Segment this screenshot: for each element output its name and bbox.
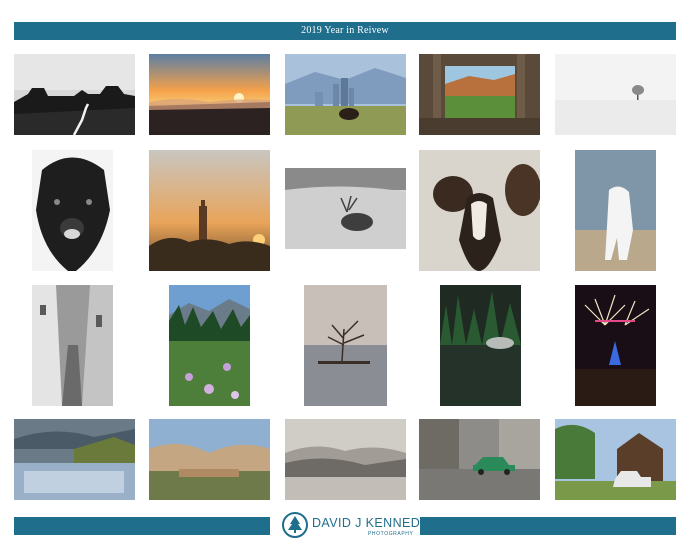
photo-cabin-window-view[interactable] [419,54,540,135]
photo-denver-skyline-bison[interactable] [285,54,406,135]
photo-lone-tree-snowfield[interactable] [555,54,676,135]
photo-forest-reflection[interactable] [440,285,521,406]
page-title: 2019 Year in Reivew [14,22,676,40]
photo-blue-town-chefchaouen[interactable] [14,419,135,500]
photo-fireworks[interactable] [575,285,656,406]
photo-vintage-car-street[interactable] [419,419,540,500]
photo-mountain-goat[interactable] [575,150,656,271]
tree-logo-icon [282,512,308,538]
photo-wildflowers-meadow[interactable] [169,285,250,406]
brand-logo-block[interactable]: DAVID J KENNEDY PHOTOGRAPHY [282,512,429,542]
brand-subtitle: PHOTOGRAPHY [368,531,414,537]
photo-narrow-alley[interactable] [32,285,113,406]
brand-name: DAVID J KENNEDY [312,516,429,530]
photo-marrakech-minaret-sunset[interactable] [149,150,270,271]
photo-misty-hills-lake[interactable] [285,419,406,500]
photo-bison-portrait[interactable] [32,150,113,271]
photo-elk-in-grass[interactable] [285,168,406,249]
photo-goats-closeup[interactable] [419,150,540,271]
photo-old-house-truck[interactable] [555,419,676,500]
photo-sunset-over-clouds[interactable] [149,54,270,135]
photo-tree-in-lake[interactable] [304,285,387,406]
footer-bar-left [14,517,270,535]
footer-bar-right [420,517,676,535]
photo-desert-village[interactable] [149,419,270,500]
photo-monument-valley-road[interactable] [14,54,135,135]
